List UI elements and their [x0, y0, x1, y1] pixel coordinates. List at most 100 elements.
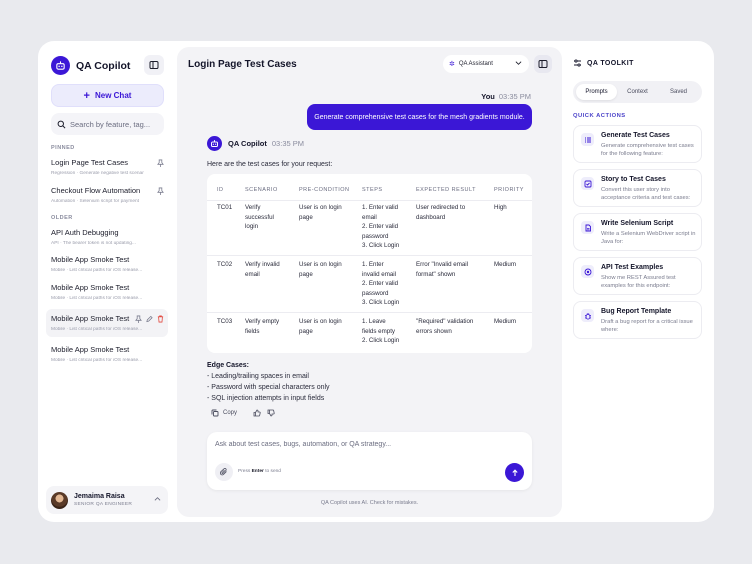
bot-message-intro: Here are the test cases for your request…	[207, 161, 333, 168]
cell-expected: Error "Invalid email format" shown	[416, 260, 468, 279]
copy-icon	[211, 409, 219, 417]
robot-logo-icon	[51, 56, 70, 75]
page-title: Login Page Test Cases	[188, 59, 297, 70]
cell-id: TC03	[217, 318, 233, 325]
message-actions: Copy	[211, 409, 275, 417]
user-message-bubble: Generate comprehensive test cases for th…	[307, 104, 532, 130]
delete-icon[interactable]	[157, 315, 164, 323]
chat-item-title: API Auth Debugging	[51, 228, 119, 237]
quick-action-api-test-examples[interactable]: API Test Examples Show me REST Assured t…	[573, 257, 702, 295]
quick-action-bug-report-template[interactable]: Bug Report Template Draft a bug report f…	[573, 301, 702, 339]
desc-line: where:	[601, 327, 619, 333]
pin-icon[interactable]	[157, 159, 164, 167]
brand[interactable]: QA Copilot	[51, 56, 130, 75]
sidebar-toggle-icon	[538, 60, 548, 68]
quick-action-desc: Show me REST Assured test examples for th…	[601, 274, 699, 290]
cell-expected: "Required" validation errors shown	[416, 317, 473, 336]
search-box	[51, 113, 164, 135]
chat-item-checkout-flow-automation[interactable]: Checkout Flow Automation Automation · Se…	[46, 181, 168, 209]
cell-line: User is on login	[299, 204, 342, 211]
edit-icon[interactable]	[146, 315, 153, 323]
pin-icon[interactable]	[135, 315, 142, 323]
file-icon	[581, 221, 594, 234]
chat-item-mobile-app-smoke-test-active[interactable]: Mobile App Smoke Test Mobile · List crit…	[46, 309, 168, 337]
quick-actions-label: QUICK ACTIONS	[573, 113, 626, 119]
chat-item-title: Mobile App Smoke Test	[51, 345, 130, 354]
bot-message-time: 03:35 PM	[271, 139, 304, 148]
desc-line: acceptance criteria and test cases:	[601, 195, 691, 201]
thumbs-up-icon[interactable]	[253, 409, 261, 417]
cell-line: Verify invalid	[245, 261, 280, 268]
user-profile[interactable]: Jemaima Raisa SENIOR QA ENGINEER	[46, 486, 168, 514]
assistant-select[interactable]: ✲ QA Assistant	[443, 55, 529, 73]
cell-line: 3. Click Login	[362, 242, 400, 250]
chat-panel: Login Page Test Cases ✲ QA Assistant You…	[177, 47, 562, 517]
sliders-icon	[574, 59, 581, 67]
attach-button[interactable]	[215, 463, 233, 481]
edge-cases-title: Edge Cases:	[207, 362, 250, 369]
cell-line: invalid email	[362, 270, 397, 278]
quick-action-story-to-test-cases[interactable]: Story to Test Cases Convert this user st…	[573, 169, 702, 207]
quick-action-desc: Convert this user story into acceptance c…	[601, 186, 699, 202]
divider	[207, 200, 532, 201]
cell-line: Verify empty	[245, 318, 280, 325]
cell-line: User is on login	[299, 318, 342, 325]
pin-icon[interactable]	[157, 187, 164, 195]
chat-item-api-auth-debugging[interactable]: API Auth Debugging API · The bearer toke…	[46, 223, 168, 251]
send-hint: Press Enter to send	[238, 469, 281, 474]
cell-priority: High	[494, 204, 507, 211]
chat-item-mobile-app-smoke-test[interactable]: Mobile App Smoke Test Mobile · List crit…	[46, 250, 168, 278]
toolkit-title: QA TOOLKIT	[587, 59, 634, 67]
chevron-up-icon[interactable]	[154, 496, 161, 502]
send-button[interactable]	[505, 463, 524, 482]
quick-action-generate-test-cases[interactable]: Generate Test Cases Generate comprehensi…	[573, 125, 702, 163]
chat-item-mobile-app-smoke-test[interactable]: Mobile App Smoke Test Mobile · List crit…	[46, 340, 168, 368]
new-chat-button[interactable]: + New Chat	[51, 84, 164, 107]
cell-expected: User redirected to dashboard	[416, 203, 465, 222]
chat-item-subtitle: Automation · Selenium script for payment	[51, 199, 139, 204]
chat-item-subtitle: Regression · Generate negative test scen…	[51, 171, 144, 176]
desc-line: for the following feature:	[601, 151, 663, 157]
tab-prompts[interactable]: Prompts	[576, 84, 617, 100]
desc-line: examples for this endpoint:	[601, 283, 671, 289]
message-input[interactable]	[215, 441, 495, 455]
new-chat-label: New Chat	[94, 91, 132, 100]
app-window: QA Copilot + New Chat PINNED Login Page …	[38, 41, 714, 522]
plus-icon: +	[83, 89, 90, 102]
chat-item-mobile-app-smoke-test[interactable]: Mobile App Smoke Test Mobile · List crit…	[46, 278, 168, 306]
cell-scenario: Verify invalid email	[245, 260, 280, 279]
cell-precondition: User is on login page	[299, 203, 342, 222]
desc-line: Java for:	[601, 239, 624, 245]
copy-label: Copy	[223, 410, 238, 416]
copy-button[interactable]: Copy	[211, 409, 237, 417]
toolkit-header: QA TOOLKIT	[573, 59, 634, 67]
user-message-time: 03:35 PM	[498, 92, 531, 101]
bot-message-author: QA Copilot	[228, 139, 267, 148]
search-input[interactable]	[70, 119, 160, 129]
cell-id: TC01	[217, 204, 233, 211]
cell-line: page	[299, 213, 313, 221]
bot-message-header: QA Copilot 03:35 PM	[207, 136, 304, 151]
cell-line: User redirected to	[416, 204, 466, 211]
tab-saved[interactable]: Saved	[658, 84, 699, 100]
quick-action-desc: Write a Selenium WebDriver script in Java…	[601, 230, 699, 246]
edge-case-item: - Leading/trailing spaces in email	[207, 373, 309, 380]
cell-line: password	[362, 232, 389, 240]
cell-line: 2. Enter valid	[362, 223, 399, 231]
chat-item-login-page-test-cases[interactable]: Login Page Test Cases Regression · Gener…	[46, 153, 168, 181]
collapse-sidebar-button[interactable]	[144, 55, 164, 75]
hint-key: Enter	[251, 469, 264, 474]
tab-context[interactable]: Context	[617, 84, 658, 100]
cell-precondition: User is on login page	[299, 317, 342, 336]
cell-line: User is on login	[299, 261, 342, 268]
user-message-header: You 03:35 PM	[481, 92, 531, 101]
thumbs-down-icon[interactable]	[267, 409, 275, 417]
hint-text: to send	[265, 469, 281, 474]
bug-icon	[581, 309, 594, 322]
quick-action-write-selenium-script[interactable]: Write Selenium Script Write a Selenium W…	[573, 213, 702, 251]
cell-scenario: Verify empty fields	[245, 317, 279, 336]
assistant-select-value: QA Assistant	[458, 61, 493, 67]
toggle-toolkit-button[interactable]	[534, 55, 552, 73]
cell-priority: Medium	[494, 318, 517, 325]
sparkle-icon: ✲	[449, 61, 455, 68]
